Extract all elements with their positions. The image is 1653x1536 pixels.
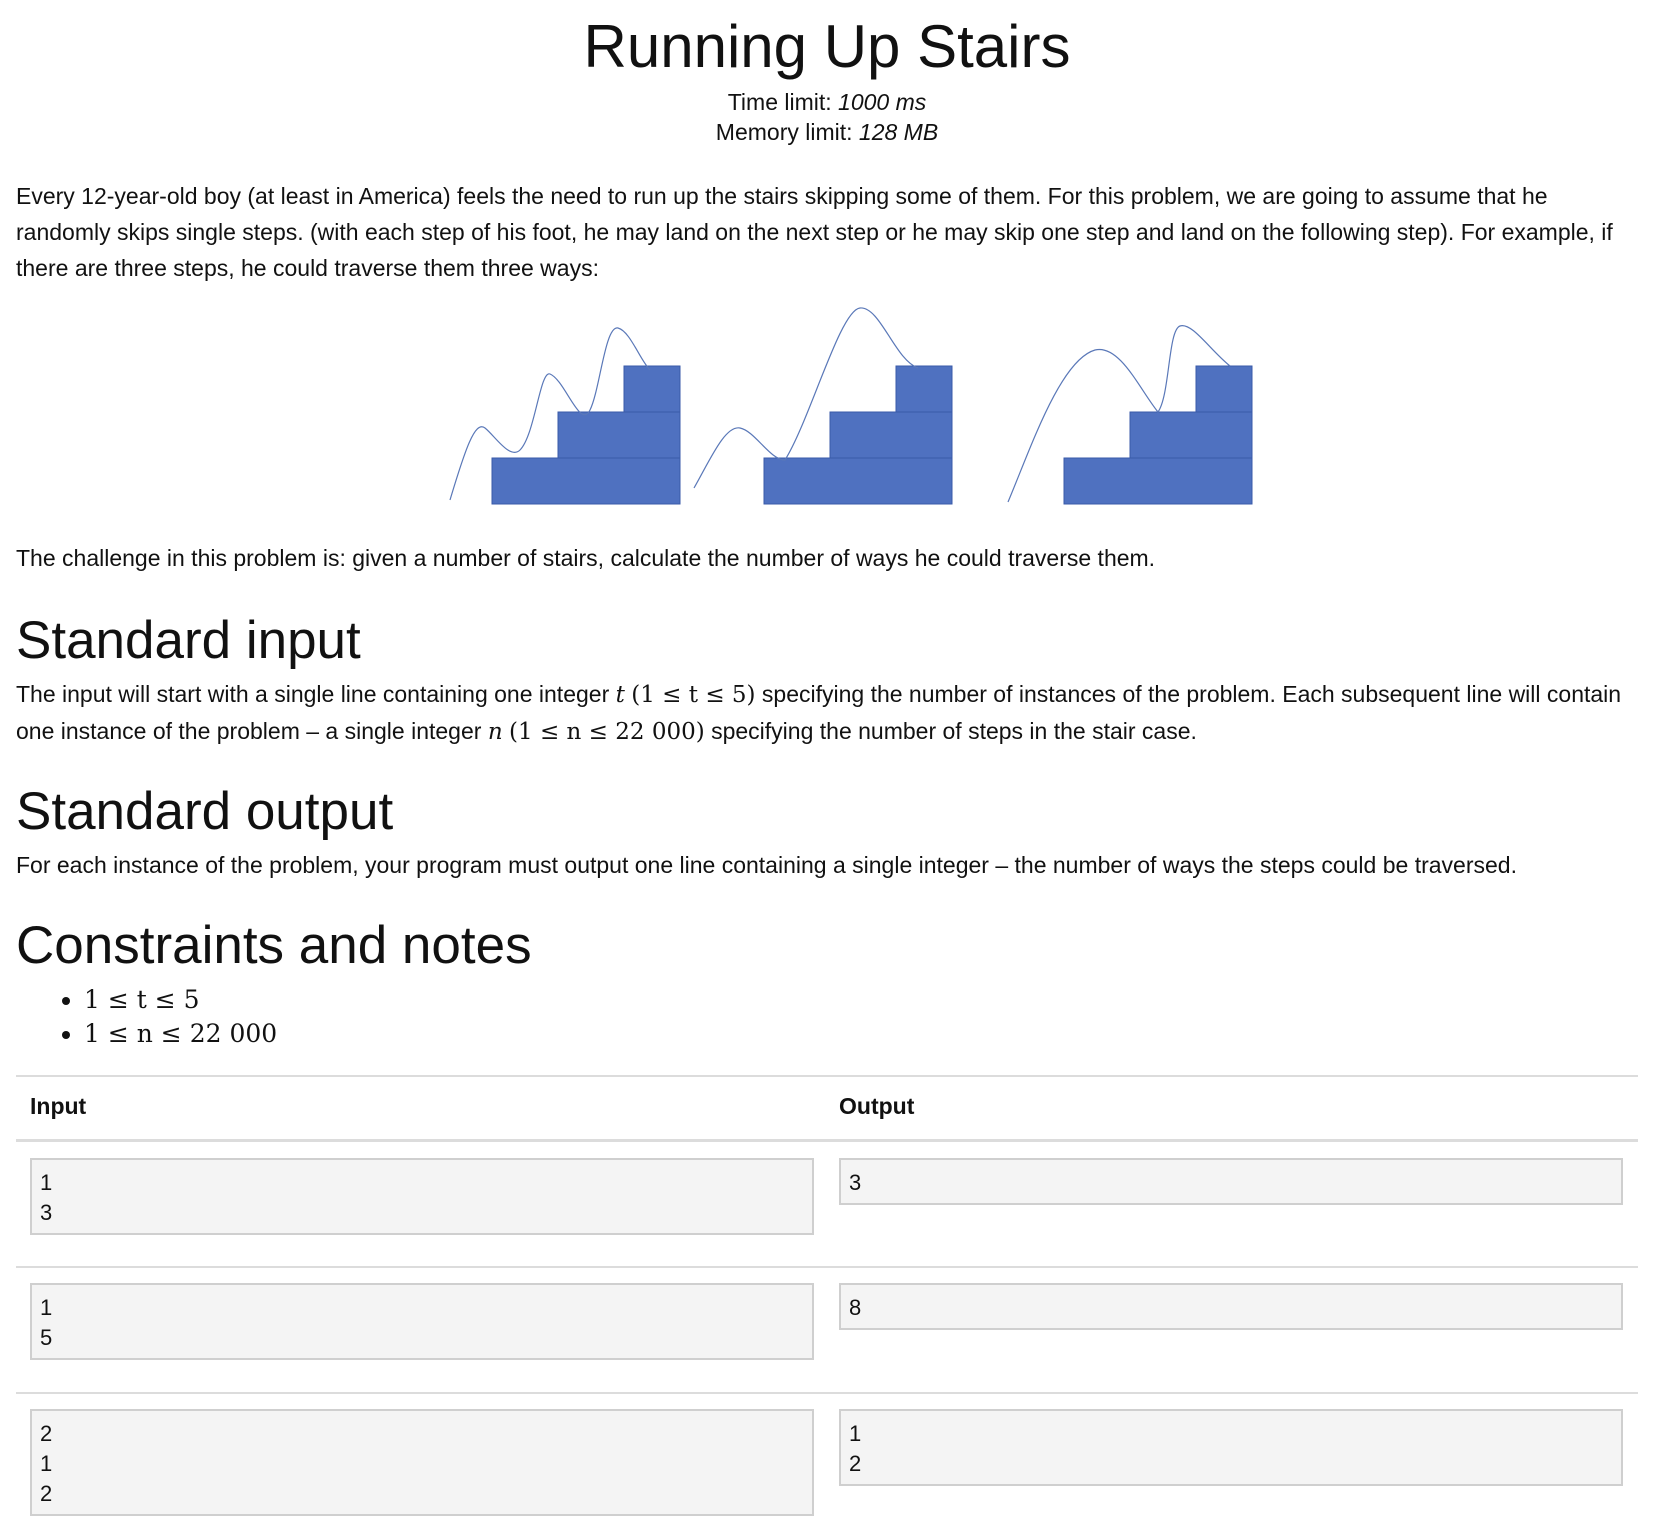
var-n: n [487,719,503,745]
time-limit: Time limit: 1000 ms [16,87,1638,117]
stair-step [763,457,953,505]
standard-output-heading: Standard output [16,782,394,841]
sample-output-box[interactable]: 1 2 [839,1409,1623,1486]
input-column-header: Input [30,1093,87,1119]
standard-input-text: The input will start with a single line … [16,676,1631,750]
intro-paragraph: Every 12-year-old boy (at least in Ameri… [16,183,1613,281]
input-text-part-1: The input will start with a single line … [16,681,610,707]
staircase-figure-2 [693,307,953,505]
constraints-heading: Constraints and notes [16,916,532,975]
sample-row-3: 2 1 2 1 2 [16,1394,1638,1524]
time-limit-label: Time limit: [727,89,832,115]
constraints-list: 1 ≤ t ≤ 5 1 ≤ n ≤ 22 000 [16,983,277,1051]
sample-row-2: 1 5 8 [16,1268,1638,1394]
sample-input-box[interactable]: 1 3 [30,1158,814,1235]
range-n: (1 ≤ n ≤ 22 000) [509,719,705,745]
stair-step [1063,457,1253,505]
samples-table: Input Output 1 3 3 1 5 8 2 1 2 1 2 [16,1075,1638,1524]
sample-input-box[interactable]: 2 1 2 [30,1409,814,1516]
challenge-paragraph: The challenge in this problem is: given … [16,545,1156,571]
memory-limit-label: Memory limit: [715,119,853,145]
memory-limit-value: 128 MB [858,119,939,145]
constraint-item: 1 ≤ t ≤ 5 [84,983,277,1017]
range-t: (1 ≤ t ≤ 5) [631,682,756,708]
stair-step [1195,365,1253,413]
time-limit-value: 1000 ms [838,89,927,115]
staircase-figure-1 [449,327,681,505]
sample-output-box[interactable]: 3 [839,1158,1623,1205]
staircase-figure-3 [1007,325,1253,505]
standard-input-heading: Standard input [16,611,361,670]
memory-limit: Memory limit: 128 MB [16,117,1638,147]
samples-header-row: Input Output [16,1075,1638,1142]
stair-step [557,411,681,459]
stair-step [623,365,681,413]
stair-step [491,457,681,505]
output-column-header: Output [839,1093,915,1119]
stairs-illustration [449,307,1253,505]
stair-step [1129,411,1253,459]
sample-output-box[interactable]: 8 [839,1283,1623,1330]
var-t: t [615,682,625,708]
problem-title: Running Up Stairs [583,13,1071,80]
stair-step [895,365,953,413]
standard-output-text: For each instance of the problem, your p… [16,852,1517,878]
sample-row-1: 1 3 3 [16,1142,1638,1268]
input-text-part-3: specifying the number of steps in the st… [711,718,1197,744]
constraint-item: 1 ≤ n ≤ 22 000 [84,1017,277,1051]
stair-step [829,411,953,459]
sample-input-box[interactable]: 1 5 [30,1283,814,1360]
limits-block: Time limit: 1000 ms Memory limit: 128 MB [16,87,1638,147]
